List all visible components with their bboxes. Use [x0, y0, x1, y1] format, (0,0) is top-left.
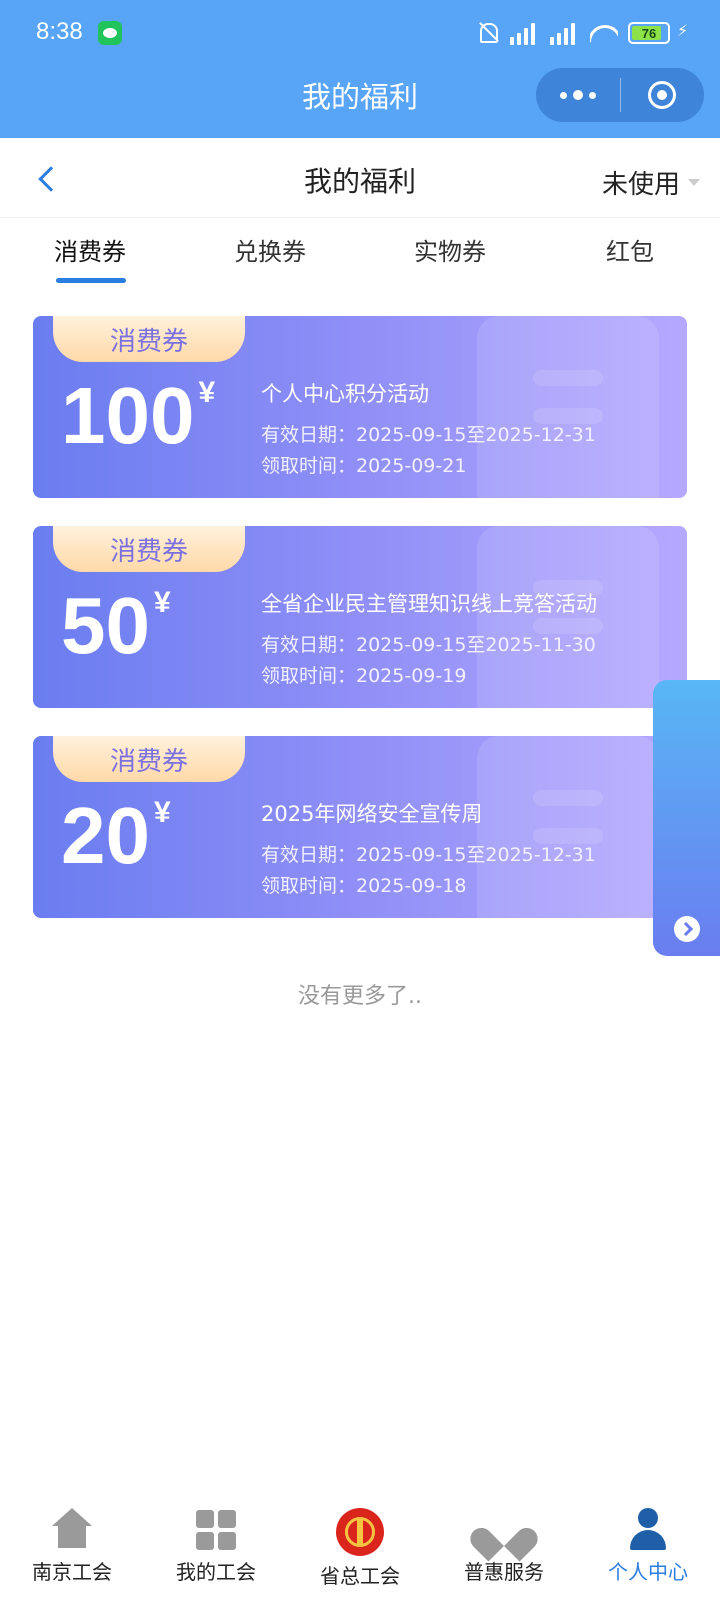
coupon-card[interactable]: 消费券 20 ¥ 2025年网络安全宣传周 有效日期：2025-09-15至202…	[33, 736, 687, 918]
old-mall-coupon-entry[interactable]: 原商城消费券入口	[653, 680, 720, 956]
status-time: 8:38	[36, 18, 83, 45]
miniprogram-capsule	[536, 68, 704, 122]
coupon-amount: 50 ¥	[61, 586, 171, 666]
close-miniprogram-button[interactable]	[621, 68, 704, 122]
caret-down-icon	[688, 179, 700, 186]
status-filter-dropdown[interactable]: 未使用	[602, 164, 700, 201]
wifi-icon	[590, 21, 618, 45]
page-header: 我的福利 未使用	[0, 138, 720, 218]
coupon-received-time: 领取时间：2025-09-18	[261, 875, 467, 897]
coupon-type-tag: 消费券	[53, 736, 245, 782]
nav-label: 普惠服务	[464, 1560, 544, 1584]
tab-consumption-coupon[interactable]: 消费券	[0, 232, 180, 267]
battery-level: 76	[641, 25, 657, 41]
coupon-card[interactable]: 消费券 50 ¥ 全省企业民主管理知识线上竞答活动 有效日期：2025-09-15…	[33, 526, 687, 708]
more-button[interactable]	[536, 68, 620, 122]
nav-nanjing-union[interactable]: 南京工会	[0, 1508, 144, 1585]
top-bar: 8:38 76 我的福利	[0, 0, 720, 138]
bottom-nav: 南京工会 我的工会 省总工会 普惠服务 个人中心	[0, 1504, 720, 1600]
tab-red-packet[interactable]: 红包	[540, 232, 720, 267]
user-icon	[626, 1508, 670, 1552]
coupon-valid-date: 有效日期：2025-09-15至2025-11-30	[261, 634, 596, 656]
coupon-name: 全省企业民主管理知识线上竞答活动	[261, 592, 597, 616]
mute-bell-icon	[476, 21, 500, 45]
nav-label: 我的工会	[176, 1560, 256, 1584]
coupon-received-time: 领取时间：2025-09-21	[261, 455, 467, 477]
coupon-type-tag: 消费券	[53, 316, 245, 362]
signal-icon	[510, 21, 540, 45]
side-entry-label: 原商城消费券入口	[716, 696, 720, 880]
currency-symbol: ¥	[153, 796, 171, 829]
tab-exchange-coupon[interactable]: 兑换券	[180, 232, 360, 267]
nav-provincial-union[interactable]: 省总工会	[288, 1508, 432, 1589]
nav-benefit-service[interactable]: 普惠服务	[432, 1508, 576, 1585]
battery-icon: 76	[628, 22, 670, 44]
nav-label: 南京工会	[32, 1560, 112, 1584]
charging-icon	[677, 21, 690, 43]
union-emblem-icon	[336, 1508, 384, 1556]
heart-icon	[482, 1508, 526, 1552]
chevron-right-circle-icon	[674, 916, 700, 942]
nav-label: 省总工会	[320, 1564, 400, 1588]
nav-personal-center[interactable]: 个人中心	[576, 1508, 720, 1585]
coupon-amount: 100 ¥	[61, 376, 215, 456]
coupon-valid-date: 有效日期：2025-09-15至2025-12-31	[261, 424, 596, 446]
coupon-info: 2025年网络安全宣传周 有效日期：2025-09-15至2025-12-31 …	[261, 798, 596, 902]
coupon-received-time: 领取时间：2025-09-19	[261, 665, 467, 687]
coupon-amount: 20 ¥	[61, 796, 171, 876]
coupon-info: 全省企业民主管理知识线上竞答活动 有效日期：2025-09-15至2025-11…	[261, 588, 597, 692]
coupon-tabs: 消费券 兑换券 实物券 红包	[0, 220, 720, 290]
signal-icon-2	[550, 21, 580, 45]
coupon-amount-value: 100	[61, 371, 195, 460]
coupon-info: 个人中心积分活动 有效日期：2025-09-15至2025-12-31 领取时间…	[261, 378, 596, 482]
grid-icon	[194, 1508, 238, 1552]
wechat-notification-icon	[98, 21, 122, 45]
tab-physical-coupon[interactable]: 实物券	[360, 232, 540, 267]
active-tab-indicator	[56, 278, 126, 283]
coupon-type-tag: 消费券	[53, 526, 245, 572]
coupon-card[interactable]: 消费券 100 ¥ 个人中心积分活动 有效日期：2025-09-15至2025-1…	[33, 316, 687, 498]
coupon-name: 2025年网络安全宣传周	[261, 802, 483, 826]
currency-symbol: ¥	[153, 586, 171, 619]
coupon-name: 个人中心积分活动	[261, 382, 429, 406]
home-icon	[50, 1508, 94, 1552]
status-bar: 8:38 76	[0, 0, 720, 66]
coupon-valid-date: 有效日期：2025-09-15至2025-12-31	[261, 844, 596, 866]
no-more-text: 没有更多了..	[298, 984, 422, 1009]
nav-my-union[interactable]: 我的工会	[144, 1508, 288, 1585]
status-filter-value: 未使用	[601, 170, 680, 200]
currency-symbol: ¥	[198, 376, 216, 409]
coupon-amount-value: 50	[61, 581, 150, 670]
coupon-amount-value: 20	[61, 791, 150, 880]
nav-label: 个人中心	[608, 1560, 688, 1584]
status-icons: 76	[476, 16, 690, 50]
